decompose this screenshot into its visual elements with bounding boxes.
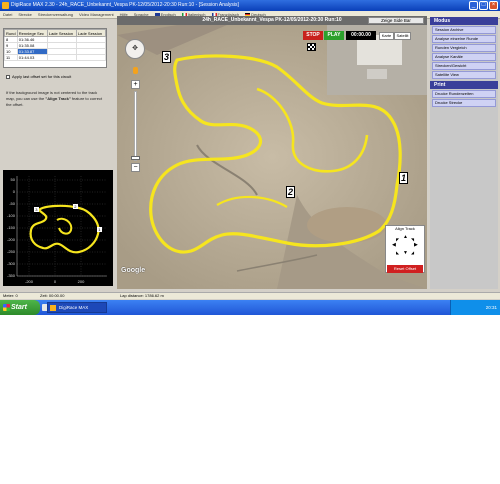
taskbar-app-digirace[interactable]: DigiRace MAX [47, 302, 107, 313]
apply-offset-label: Apply last offset set for this circuit [12, 74, 72, 79]
clock[interactable]: 20:31 [486, 305, 497, 310]
turn-marker-2: 2 [286, 186, 296, 198]
mode-sidebar: Modus Session Archive Analyse einzelne R… [430, 17, 498, 289]
status-meter: Meter: 0 [3, 293, 18, 298]
zoom-in-button[interactable]: + [131, 80, 140, 89]
mode-satellite-view[interactable]: Satellite View [432, 71, 496, 79]
title-bar: DigiRace MAX 2.30 - 24h_RACE_Unbekannt_V… [0, 0, 500, 11]
svg-text:-250: -250 [7, 249, 16, 254]
print-lap-times[interactable]: Drucke Rundenzeiten [432, 90, 496, 98]
zoom-slider-thumb[interactable] [131, 156, 140, 160]
svg-text:-150: -150 [7, 225, 16, 230]
map-type-karte-button[interactable]: Karte [379, 32, 394, 40]
align-left-arrow-icon[interactable]: ◀ [392, 243, 396, 248]
svg-text:-350: -350 [7, 273, 16, 278]
turn-marker-1: 1 [399, 172, 409, 184]
svg-text:0: 0 [54, 279, 57, 284]
menu-strecke[interactable]: Strecke [18, 12, 32, 17]
apply-offset-checkbox[interactable] [6, 74, 10, 79]
mode-channel-analysis[interactable]: Analyse Kanäle [432, 53, 496, 61]
minimize-button[interactable]: _ [469, 1, 478, 10]
window-title: DigiRace MAX 2.30 - 24h_RACE_Unbekannt_V… [11, 2, 239, 8]
align-downright-arrow-icon[interactable]: ◢ [411, 250, 414, 255]
play-button[interactable]: PLAY [324, 31, 344, 40]
status-bar: Meter: 0 Zeit: 00:00.00 Lap distance: 17… [0, 292, 500, 299]
svg-text:-200: -200 [7, 237, 16, 242]
align-downleft-arrow-icon[interactable]: ◣ [396, 250, 399, 255]
print-track[interactable]: Drucke Strecke [432, 99, 496, 107]
svg-text:50: 50 [11, 177, 16, 182]
application-window: DigiRace MAX 2.30 - 24h_RACE_Unbekannt_V… [0, 0, 500, 315]
menu-datei[interactable]: Datei [3, 12, 12, 17]
col-header-laptime[interactable]: Rennlege Sec [16, 29, 48, 37]
col-header-lap[interactable]: Rund [4, 29, 18, 37]
windows-logo-icon [3, 304, 10, 311]
app-icon [2, 2, 9, 9]
map-type-satellit-button[interactable]: Satellit [394, 32, 411, 40]
show-sidebar-button[interactable]: Zeige Side Bar [368, 17, 424, 24]
menu-video-management[interactable]: Video Management [79, 12, 114, 17]
street-view-pegman-icon[interactable] [133, 67, 138, 74]
print-section-title: Print [430, 81, 498, 89]
align-upleft-arrow-icon[interactable]: ◤ [396, 237, 399, 242]
start-button[interactable]: Start [0, 300, 40, 315]
svg-text:-200: -200 [25, 279, 34, 284]
system-tray: 20:31 [450, 300, 500, 315]
satellite-map[interactable]: STOP PLAY 00:00.00 Karte Satellit ✥ + − … [117, 25, 427, 289]
app-icon [50, 305, 56, 311]
maximize-button[interactable]: □ [479, 1, 488, 10]
google-logo: Google [121, 267, 146, 274]
stop-button[interactable]: STOP [303, 31, 323, 40]
lap-table: Rund Rennlege Sec Lade Session Lade Sess… [3, 28, 107, 68]
pan-control-icon[interactable]: ✥ [125, 39, 145, 59]
col-header-load-session-1[interactable]: Lade Session [46, 29, 77, 37]
align-right-arrow-icon[interactable]: ▶ [414, 243, 418, 248]
lap-time: 01:44.03 [16, 54, 48, 61]
status-lap-distance: Lap distance: 1786.62 m [120, 293, 164, 298]
svg-text:-100: -100 [7, 213, 16, 218]
modus-section-title: Modus [430, 17, 498, 25]
satellite-imagery [117, 25, 427, 289]
apply-offset-checkbox-row[interactable]: Apply last offset set for this circuit [6, 74, 71, 79]
svg-text:-300: -300 [7, 261, 16, 266]
menu-streckenverwaltung[interactable]: Streckenverwaltung [38, 12, 73, 17]
mode-single-lap-analysis[interactable]: Analyse einzelne Runde [432, 35, 496, 43]
close-button[interactable]: × [489, 1, 498, 10]
align-down-arrow-icon[interactable]: ▼ [403, 251, 408, 256]
lap-number: 11 [4, 54, 18, 61]
align-track-emphasis: "Align Track" [45, 96, 71, 101]
mode-track-weight[interactable]: Strecken/Gewicht [432, 62, 496, 70]
svg-text:-50: -50 [9, 201, 16, 206]
mode-session-archive[interactable]: Session Archive [432, 26, 496, 34]
align-upright-arrow-icon[interactable]: ◥ [411, 237, 414, 242]
mini-track-chart: 3 2 1 50 0 -50 -100 -150 -200 -250 -300 … [3, 170, 113, 286]
reset-offset-button[interactable]: Reset Offset [387, 265, 423, 273]
col-header-load-session-2[interactable]: Lade Session [75, 29, 107, 37]
status-time: Zeit: 00:00.00 [40, 293, 65, 298]
align-up-arrow-icon[interactable]: ▲ [403, 235, 408, 240]
taskbar: Start DigiRace MAX 20:31 [0, 300, 500, 315]
checkered-flag-icon [307, 43, 316, 51]
align-hint-text: If the background image is not centered … [6, 90, 103, 107]
align-track-label: Align Track [395, 226, 415, 231]
mode-lap-compare[interactable]: Runden Vergleich [432, 44, 496, 52]
svg-text:0: 0 [13, 189, 16, 194]
svg-text:200: 200 [78, 279, 85, 284]
zoom-slider-track[interactable] [134, 91, 137, 161]
playback-timer: 00:00.00 [346, 31, 376, 40]
turn-marker-3: 3 [162, 51, 172, 63]
zoom-out-button[interactable]: − [131, 163, 140, 172]
table-row[interactable]: 11 01:44.03 [4, 54, 107, 61]
